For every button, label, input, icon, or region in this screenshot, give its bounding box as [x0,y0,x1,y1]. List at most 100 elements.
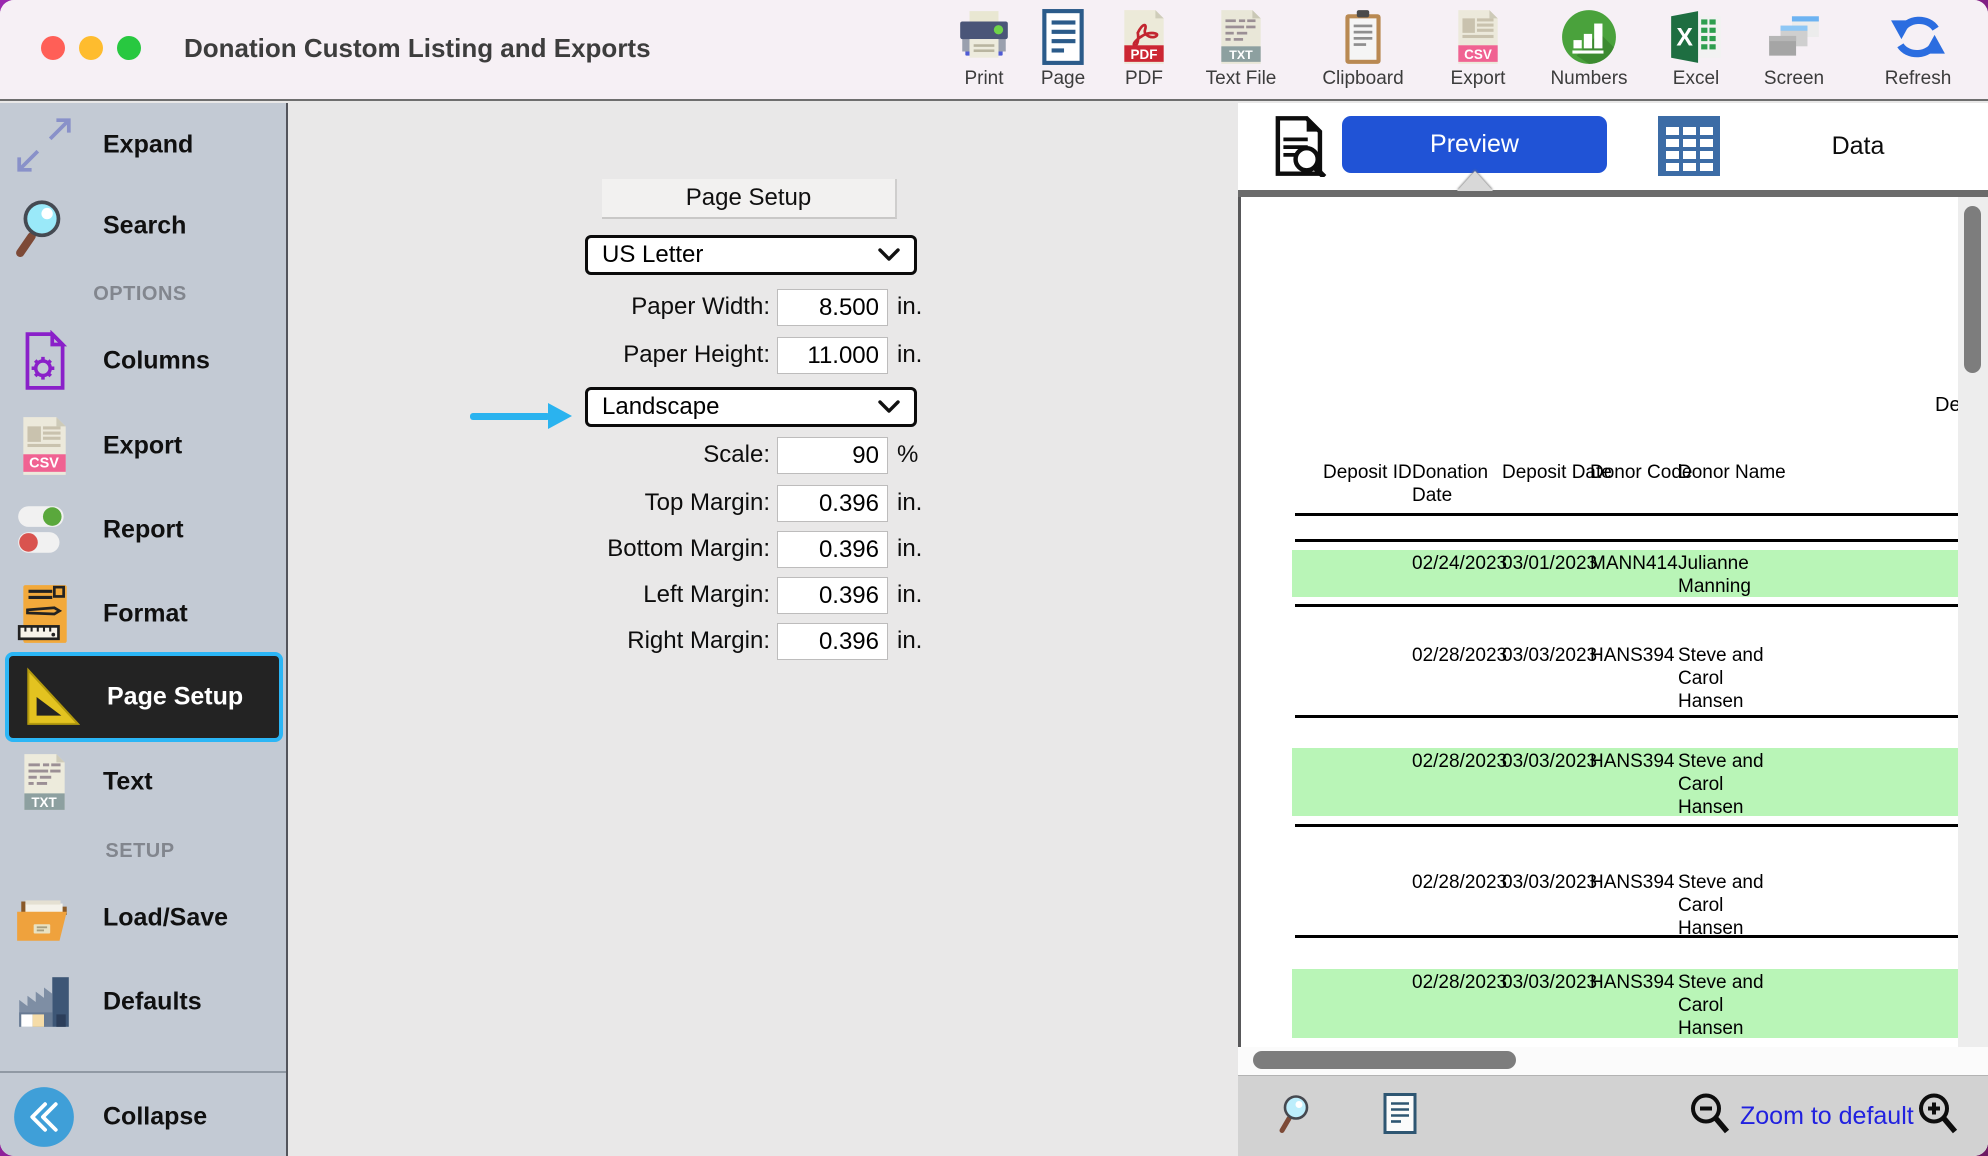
toolbar-label: Clipboard [1303,68,1423,90]
sidebar-item-text[interactable]: TXT Text [0,740,288,824]
toolbar-item-numbers[interactable]: Numbers [1529,7,1649,90]
cell-donation-date: 02/28/2023 [1412,750,1507,773]
zoom-button[interactable] [117,36,141,60]
tab-data-label: Data [1832,132,1885,161]
preview-panel: Preview Data De Deposit ID Do [1238,103,1988,1156]
table-row[interactable]: 02/24/2023 03/01/2023 MANN414 Julianne M… [1292,550,1958,597]
window-title: Donation Custom Listing and Exports [184,33,651,64]
horizontal-scrollbar[interactable] [1238,1047,1988,1075]
bottom-margin-input[interactable] [777,531,888,568]
sidebar: Expand Search OPTIONS Columns [0,103,288,1156]
table-rule [1295,935,1958,938]
top-margin-input[interactable] [777,485,888,522]
magnifier-icon[interactable] [1276,1093,1316,1140]
preview-doc-zoom-icon [1268,115,1332,182]
column-header: Donation Date [1412,461,1492,507]
sidebar-item-columns[interactable]: Columns [0,319,288,403]
tab-preview-label: Preview [1430,130,1519,159]
paper-size-value: US Letter [602,241,703,269]
sidebar-item-report[interactable]: Report [0,488,288,572]
field-label: Top Margin: [470,489,770,517]
cell-deposit-date: 03/01/2023 [1502,552,1597,575]
cell-donation-date: 02/28/2023 [1412,871,1507,894]
form-header: Page Setup [602,179,897,219]
cell-donor-name: Steve and Carol Hansen [1678,750,1773,819]
tab-preview[interactable]: Preview [1342,116,1607,173]
field-label: Bottom Margin: [470,535,770,563]
table-rule [1295,604,1958,607]
column-header: Donor Name [1678,461,1786,484]
paper-height-input[interactable] [777,337,888,374]
sidebar-item-export[interactable]: CSV Export [0,404,288,488]
sidebar-item-label: Format [103,600,188,629]
sidebar-item-label: Search [103,212,186,241]
orientation-value: Landscape [602,393,719,421]
report-preview-page[interactable]: De Deposit ID Donation Date Deposit Date… [1238,197,1958,1047]
field-label: Scale: [470,441,770,469]
sidebar-item-format[interactable]: Format [0,572,288,656]
paper-width-input[interactable] [777,289,888,326]
app-window: Donation Custom Listing and Exports Prin… [0,0,1988,1156]
sidebar-item-label: Collapse [103,1103,207,1132]
toolbar-item-export[interactable]: CSV Export [1418,7,1538,90]
svg-text:TXT: TXT [1229,48,1253,62]
field-label: Paper Width: [470,293,770,321]
cell-donor-name: Steve and Carol Hansen [1678,971,1773,1040]
cell-deposit-date: 03/03/2023 [1502,644,1597,667]
left-margin-input[interactable] [777,577,888,614]
sidebar-item-label: Report [103,516,184,545]
table-rule [1295,539,1958,542]
field-label: Left Margin: [470,581,770,609]
report-doc-icon[interactable] [1380,1092,1420,1141]
txt-file-icon: TXT [1181,7,1301,67]
sidebar-item-label: Expand [103,131,193,160]
cell-donor-code: MANN414 [1590,552,1678,575]
toolbar-item-clipboard[interactable]: Clipboard [1303,7,1423,90]
paper-size-select[interactable]: US Letter [585,235,917,275]
right-margin-input[interactable] [777,623,888,660]
toolbar-item-screen[interactable]: Screen [1734,7,1854,90]
cell-deposit-date: 03/03/2023 [1502,750,1597,773]
orientation-select[interactable]: Landscape [585,387,917,427]
toolbar-item-refresh[interactable]: Refresh [1858,7,1978,90]
refresh-icon [1858,7,1978,67]
toolbar-label: Text File [1181,68,1301,90]
search-icon [12,194,76,258]
field-suffix: in. [897,581,922,609]
tab-data[interactable]: Data [1798,103,1918,190]
vertical-scrollbar[interactable] [1958,197,1988,1047]
table-row[interactable]: 02/28/2023 03/03/2023 HANS394 Steve and … [1292,748,1958,816]
sidebar-item-expand[interactable]: Expand [0,103,288,187]
tab-separator-bar [1238,190,1988,197]
toolbar-item-text-file[interactable]: TXT Text File [1181,7,1301,90]
defaults-factory-icon [12,970,76,1034]
zoom-in-icon[interactable] [1916,1091,1960,1142]
sidebar-item-page-setup[interactable]: Page Setup [5,652,283,742]
sidebar-item-search[interactable]: Search [0,184,288,268]
clipboard-icon [1303,7,1423,67]
vertical-scrollbar-thumb[interactable] [1964,206,1981,373]
table-rule [1295,824,1958,827]
preview-tab-bar: Preview Data [1238,103,1988,190]
annotation-arrow-icon [470,403,574,429]
scale-input[interactable] [777,437,888,474]
zoom-out-icon[interactable] [1688,1091,1732,1142]
minimize-button[interactable] [79,36,103,60]
close-button[interactable] [41,36,65,60]
cell-donor-name: Steve and Carol Hansen [1678,644,1773,713]
horizontal-scrollbar-thumb[interactable] [1253,1051,1516,1069]
toolbar-label: Refresh [1858,68,1978,90]
sidebar-item-label: Export [103,432,182,461]
title-bar: Donation Custom Listing and Exports Prin… [0,0,1988,101]
table-row[interactable]: 02/28/2023 03/03/2023 HANS394 Steve and … [1292,969,1958,1038]
zoom-to-default-link[interactable]: Zoom to default [1740,1076,1914,1156]
svg-text:X: X [1676,24,1693,51]
cell-deposit-date: 03/03/2023 [1502,971,1597,994]
sidebar-item-defaults[interactable]: Defaults [0,960,288,1044]
active-tab-pointer [1457,171,1493,191]
field-suffix: in. [897,489,922,517]
svg-text:CSV: CSV [29,456,59,472]
sidebar-item-collapse[interactable]: Collapse [0,1075,288,1156]
sidebar-item-label: Columns [103,347,210,376]
sidebar-item-load-save[interactable]: Load/Save [0,876,288,960]
